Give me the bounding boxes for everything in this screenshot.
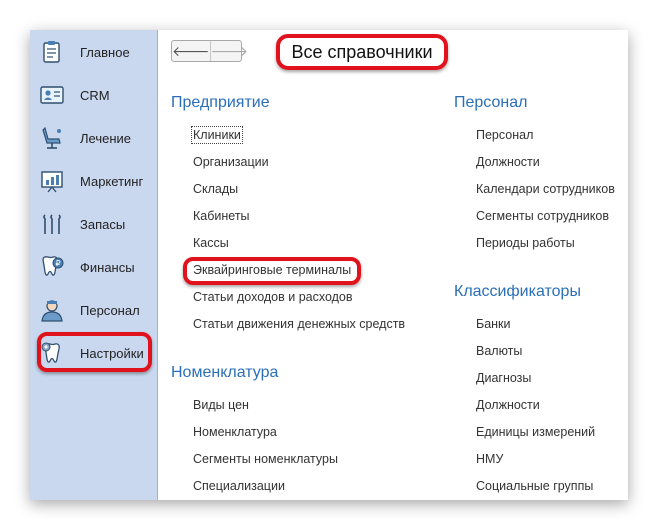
link-clinics[interactable]: Клиники	[191, 126, 243, 144]
link-nomenclature[interactable]: Номенклатура	[193, 425, 277, 439]
link-specializations[interactable]: Специализации	[193, 479, 285, 493]
link-positions-classifier[interactable]: Должности	[476, 398, 540, 412]
arrow-left-icon: 🡐	[172, 42, 210, 59]
link-organizations[interactable]: Организации	[193, 155, 269, 169]
home-icon	[38, 38, 66, 66]
link-warehouses[interactable]: Склады	[193, 182, 238, 196]
sidebar-item-label: Маркетинг	[80, 173, 144, 189]
sidebar-item-finance[interactable]: ₽ Финансы	[38, 249, 153, 285]
link-staff-segments[interactable]: Сегменты сотрудников	[476, 209, 609, 223]
link-units-of-measure[interactable]: Единицы измерений	[476, 425, 595, 439]
navigation-buttons: 🡐 🡒	[171, 40, 248, 62]
settings-highlight-annotation	[37, 332, 152, 372]
link-cabinets[interactable]: Кабинеты	[193, 209, 250, 223]
section-title-enterprise: Предприятие	[171, 94, 270, 111]
link-diagnoses[interactable]: Диагнозы	[476, 371, 531, 385]
section-title-classifiers: Классификаторы	[454, 283, 581, 300]
sidebar-item-label: Главное	[80, 44, 130, 60]
page-title: Все справочники	[276, 34, 448, 70]
section-title-nomenclature: Номенклатура	[171, 364, 279, 381]
section-title-staff: Персонал	[454, 94, 528, 111]
doctor-icon	[38, 296, 66, 324]
link-income-expense-items[interactable]: Статьи доходов и расходов	[193, 290, 353, 304]
crm-icon	[38, 81, 66, 109]
dental-tools-icon	[38, 210, 66, 238]
arrow-right-icon: 🡒	[210, 42, 249, 59]
link-currencies[interactable]: Валюты	[476, 344, 522, 358]
sidebar-item-label: CRM	[80, 87, 110, 103]
sidebar-item-label: Запасы	[80, 216, 126, 232]
link-price-types[interactable]: Виды цен	[193, 398, 249, 412]
svg-text:₽: ₽	[55, 259, 60, 268]
sidebar-item-staff[interactable]: Персонал	[38, 292, 153, 328]
acquiring-highlight-annotation	[183, 257, 361, 285]
link-banks[interactable]: Банки	[476, 317, 511, 331]
link-work-periods[interactable]: Периоды работы	[476, 236, 575, 250]
link-cash-flow-items[interactable]: Статьи движения денежных средств	[193, 317, 405, 331]
link-positions[interactable]: Должности	[476, 155, 540, 169]
sidebar-item-crm[interactable]: CRM	[38, 77, 153, 113]
tooth-coin-icon: ₽	[38, 253, 66, 281]
link-nomenclature-segments[interactable]: Сегменты номенклатуры	[193, 452, 338, 466]
sidebar-item-main[interactable]: Главное	[38, 34, 153, 70]
link-social-groups[interactable]: Социальные группы	[476, 479, 593, 493]
sidebar-item-marketing[interactable]: Маркетинг	[38, 163, 153, 199]
marketing-icon	[38, 167, 66, 195]
link-staff[interactable]: Персонал	[476, 128, 533, 142]
dental-chair-icon	[38, 124, 66, 152]
back-button[interactable]: 🡐	[172, 41, 210, 61]
forward-button[interactable]: 🡒	[209, 41, 249, 61]
sidebar-item-treatment[interactable]: Лечение	[38, 120, 153, 156]
sidebar: Главное CRM Лечение Маркетинг Запасы ₽ Ф…	[30, 30, 158, 500]
app-window: Главное CRM Лечение Маркетинг Запасы ₽ Ф…	[30, 30, 628, 500]
link-nmu[interactable]: НМУ	[476, 452, 503, 466]
sidebar-item-label: Персонал	[80, 302, 140, 318]
link-staff-calendars[interactable]: Календари сотрудников	[476, 182, 615, 196]
sidebar-item-label: Лечение	[80, 130, 132, 146]
sidebar-item-stock[interactable]: Запасы	[38, 206, 153, 242]
sidebar-item-label: Финансы	[80, 259, 135, 275]
link-cash-desks[interactable]: Кассы	[193, 236, 229, 250]
